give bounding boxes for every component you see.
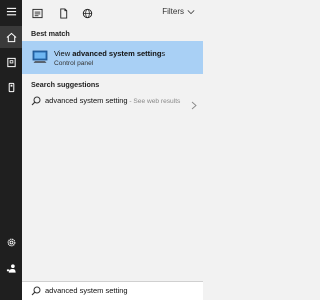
rail-notebook-button[interactable] bbox=[0, 51, 22, 73]
left-rail bbox=[0, 0, 22, 300]
search-box[interactable]: advanced system setting bbox=[22, 281, 203, 300]
search-icon bbox=[31, 286, 41, 296]
rail-feedback-button[interactable] bbox=[0, 257, 22, 279]
control-panel-icon bbox=[32, 50, 48, 63]
suggestion-query: advanced system setting bbox=[45, 96, 128, 105]
suggestion-meta: - See web results bbox=[127, 98, 181, 105]
best-match-result[interactable]: View advanced system settings Control pa… bbox=[22, 41, 203, 74]
best-match-title-suffix: s bbox=[161, 49, 166, 58]
rail-device-button[interactable] bbox=[0, 76, 22, 98]
menu-icon bbox=[6, 7, 16, 15]
device-icon bbox=[8, 82, 14, 92]
best-match-title: View advanced system settings bbox=[54, 49, 165, 58]
search-suggestions-heading: Search suggestions bbox=[31, 80, 100, 89]
hamburger-menu-button[interactable] bbox=[0, 0, 22, 22]
best-match-heading: Best match bbox=[31, 29, 70, 38]
filters-dropdown[interactable]: Filters bbox=[162, 7, 195, 16]
web-icon bbox=[82, 8, 92, 18]
top-toolbar: Filters bbox=[22, 0, 203, 26]
rail-settings-button[interactable] bbox=[0, 231, 22, 253]
best-match-title-prefix: View bbox=[54, 49, 73, 58]
filters-label: Filters bbox=[162, 7, 184, 16]
web-filter-button[interactable] bbox=[80, 6, 94, 20]
best-match-title-bold: advanced system setting bbox=[72, 49, 162, 58]
suggestion-text: advanced system setting - See web result… bbox=[45, 96, 185, 107]
apps-filter-button[interactable] bbox=[30, 6, 44, 20]
feedback-icon bbox=[6, 263, 16, 273]
settings-icon bbox=[7, 238, 15, 246]
search-icon bbox=[31, 96, 41, 106]
documents-filter-button[interactable] bbox=[56, 6, 70, 20]
best-match-subtitle: Control panel bbox=[54, 60, 94, 67]
chevron-down-icon bbox=[187, 9, 195, 14]
chevron-right-icon[interactable] bbox=[191, 101, 197, 110]
home-icon bbox=[6, 32, 16, 42]
search-suggestion-item[interactable]: advanced system setting - See web result… bbox=[22, 92, 203, 120]
search-input[interactable]: advanced system setting bbox=[45, 286, 128, 295]
apps-icon bbox=[31, 8, 43, 18]
documents-icon bbox=[59, 7, 67, 19]
notebook-icon bbox=[6, 57, 16, 67]
rail-home-button[interactable] bbox=[0, 26, 22, 48]
